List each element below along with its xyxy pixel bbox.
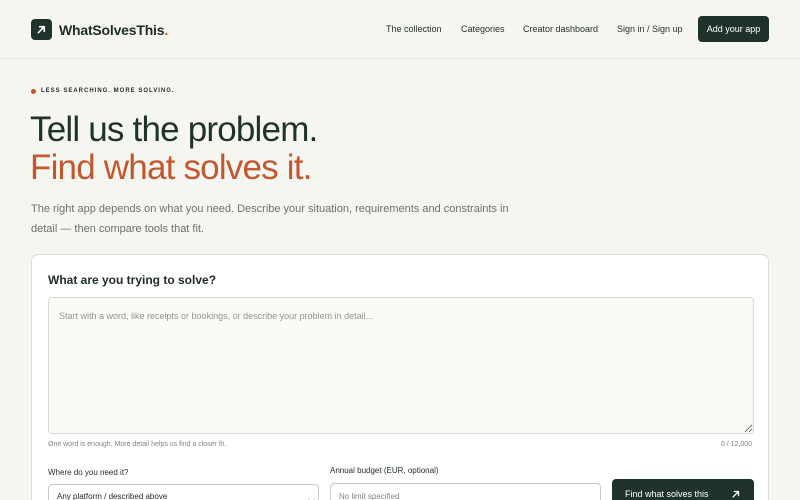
eyebrow-text: LESS SEARCHING. MORE SOLVING.: [41, 88, 175, 94]
nav-link-collection[interactable]: The collection: [386, 24, 442, 34]
logo-arrow-icon: [31, 19, 52, 40]
headline-accent: Find what solves it.: [30, 148, 312, 187]
accent-dot-icon: [31, 88, 36, 94]
add-your-app-button[interactable]: Add your app: [698, 16, 769, 42]
find-solution-button[interactable]: Find what solves this: [612, 479, 754, 500]
nav-link-creator-dashboard[interactable]: Creator dashboard: [523, 24, 598, 34]
platform-select[interactable]: Any platform / described above: [48, 484, 319, 500]
eyebrow: LESS SEARCHING. MORE SOLVING.: [31, 88, 175, 94]
chevron-down-icon: [308, 492, 315, 500]
form-title: What are you trying to solve?: [48, 273, 217, 287]
brand-name: WhatSolvesThis.: [59, 21, 169, 38]
input-hint: One word is enough. More detail helps us…: [48, 441, 227, 448]
nav-link-sign-in[interactable]: Sign in / Sign up: [617, 24, 683, 34]
hero-description: The right app depends on what you need. …: [31, 203, 509, 235]
headline-primary: Tell us the problem.: [30, 110, 318, 149]
character-counter: 0 / 12,000: [720, 441, 752, 448]
budget-input[interactable]: [330, 483, 601, 500]
platform-label: Where do you need it?: [48, 468, 129, 477]
problem-description-input[interactable]: [48, 297, 754, 434]
nav-link-categories[interactable]: Categories: [461, 24, 505, 34]
brand-dot: .: [164, 21, 169, 38]
budget-label: Annual budget (EUR, optional): [330, 466, 439, 475]
arrow-up-right-icon: [731, 489, 741, 499]
find-solution-label: Find what solves this: [625, 489, 709, 499]
brand-logo[interactable]: WhatSolvesThis.: [31, 19, 168, 40]
search-form-card: What are you trying to solve? One word i…: [31, 254, 769, 500]
site-header: WhatSolvesThis. The collection Categorie…: [0, 0, 800, 59]
